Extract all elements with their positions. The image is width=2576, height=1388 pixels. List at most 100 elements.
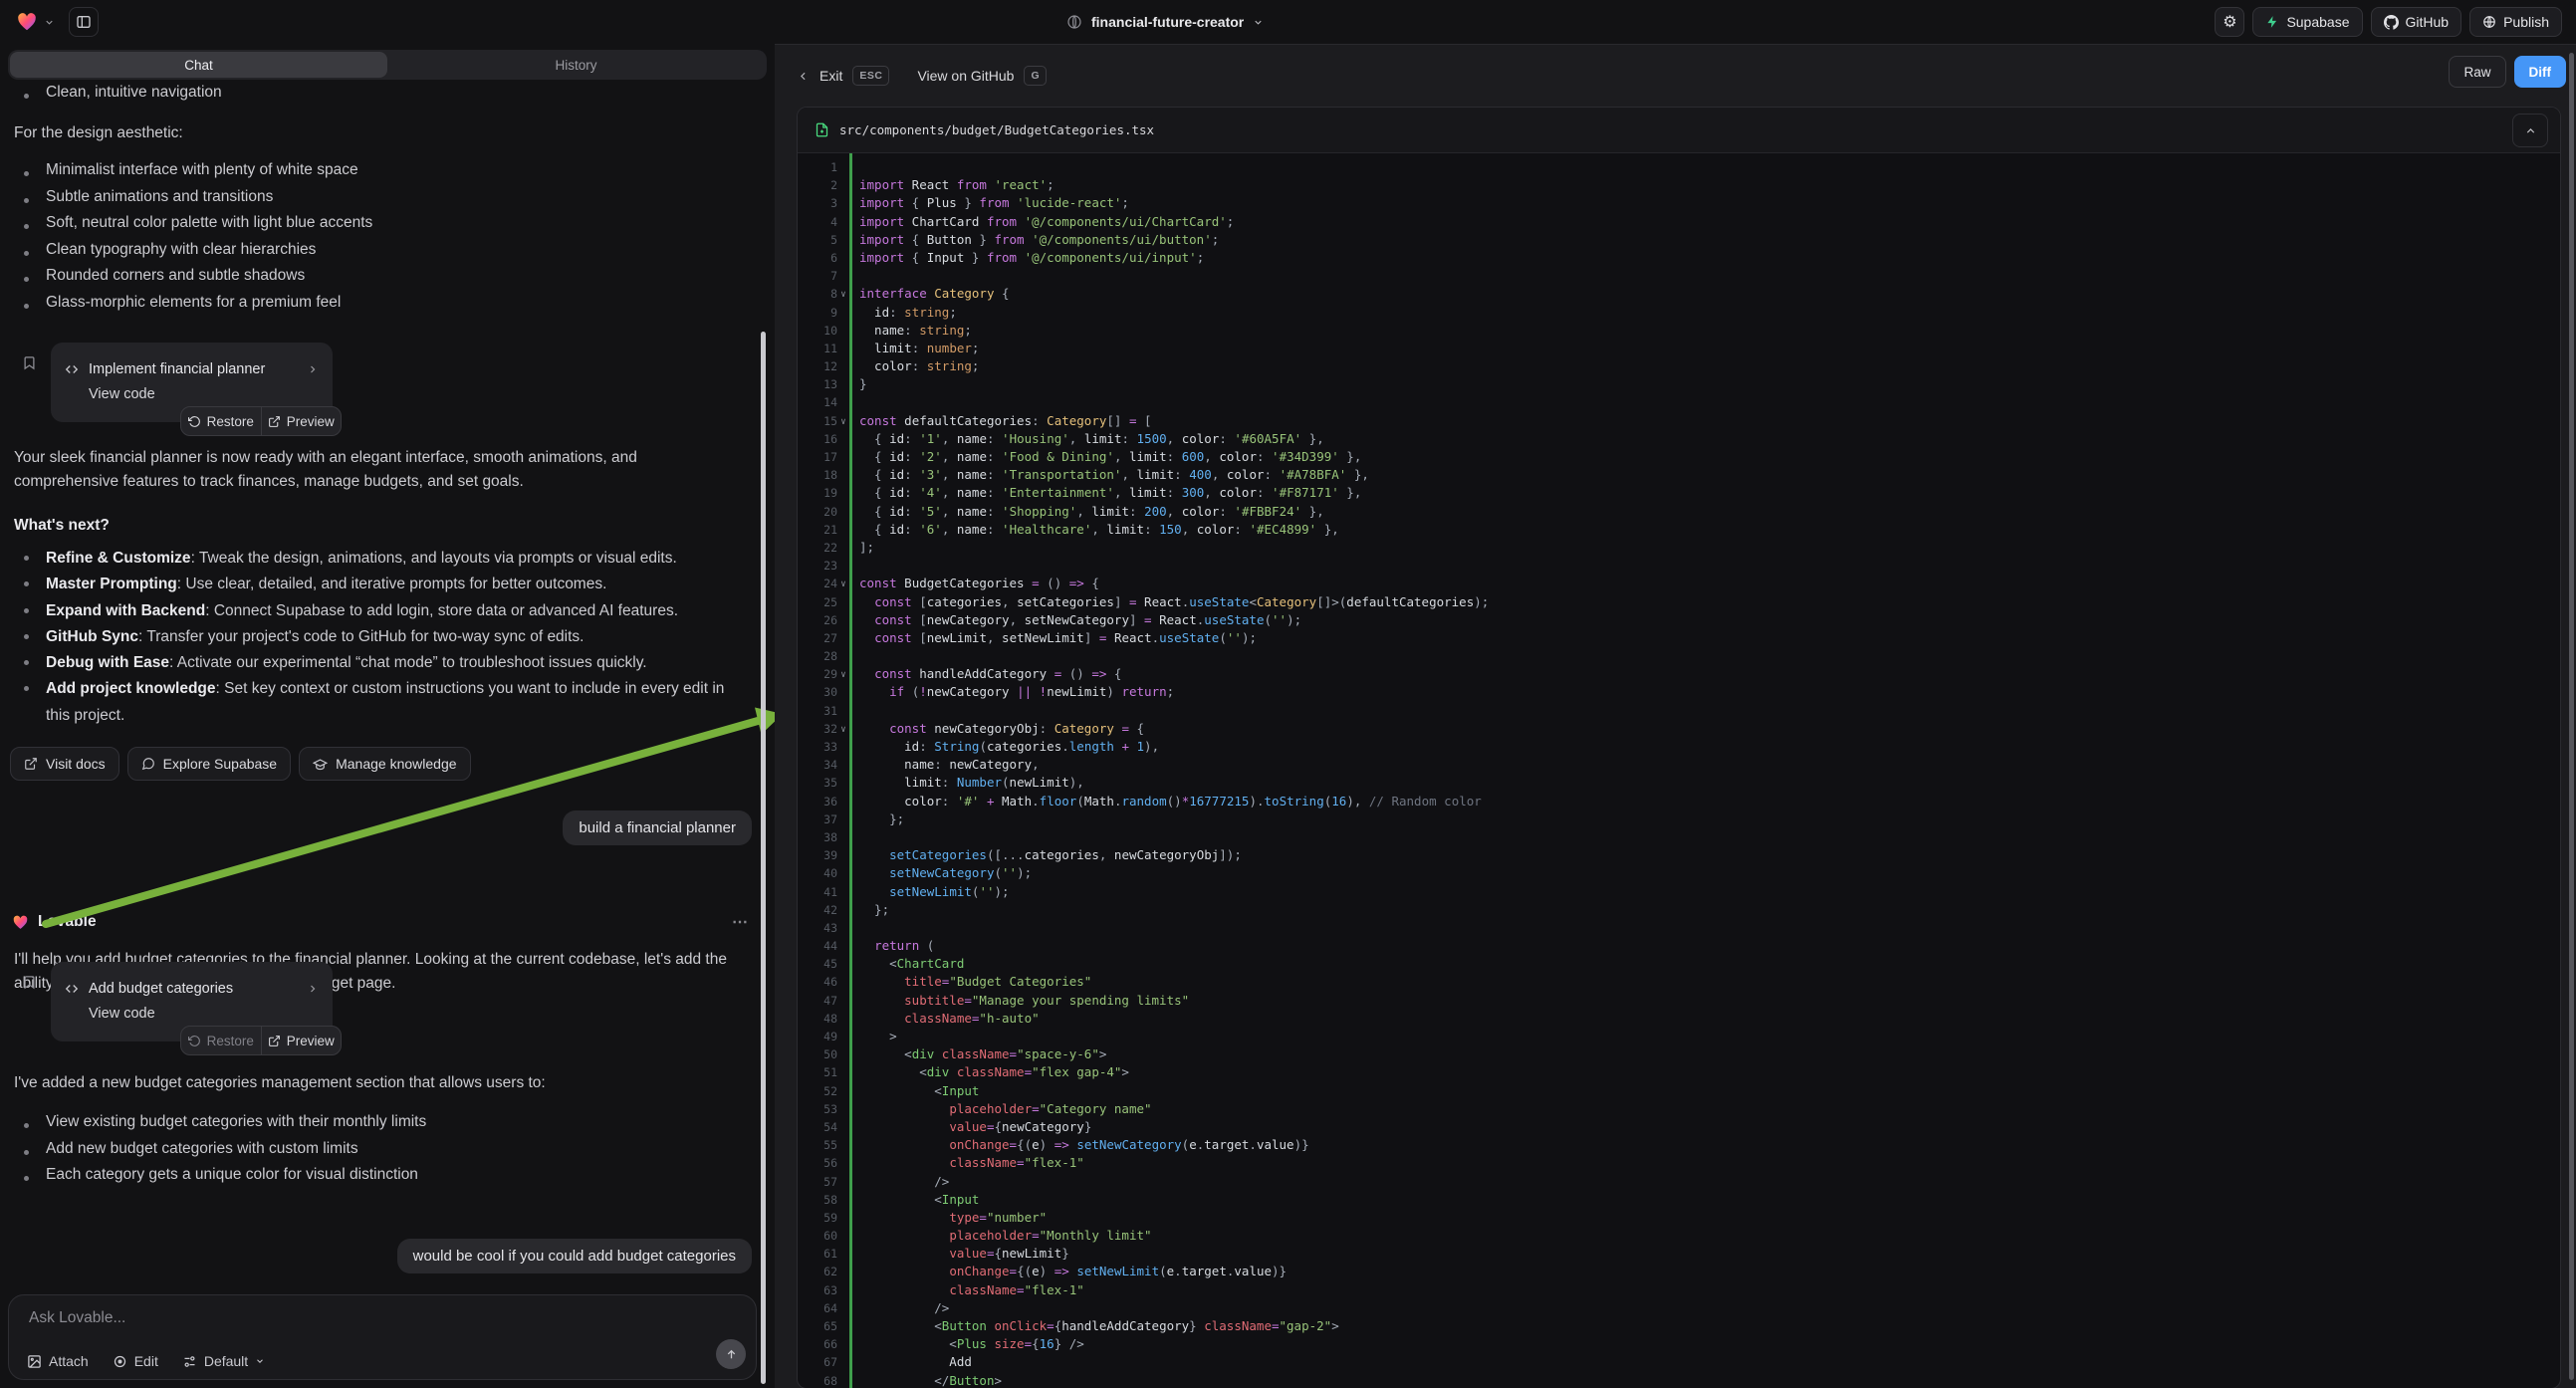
line-number: 39	[798, 846, 837, 864]
tab-chat[interactable]: Chat	[10, 52, 387, 78]
line-number: 12	[798, 357, 837, 375]
fold-chevron-icon[interactable]: ∨	[837, 576, 849, 593]
send-button[interactable]	[716, 1339, 746, 1369]
supabase-button[interactable]: Supabase	[2252, 7, 2362, 37]
line-number: 5	[798, 231, 837, 249]
attach-button[interactable]: Attach	[27, 1353, 89, 1369]
assistant-name: Lovable	[38, 913, 97, 931]
code-line: 42 };	[798, 901, 2560, 919]
top-bar: financial-future-creator ⚙ Supabase GitH…	[0, 0, 2576, 44]
line-number: 47	[798, 992, 837, 1010]
line-number: 2	[798, 176, 837, 194]
workspace-menu-chevron-icon[interactable]	[44, 17, 55, 28]
code-line: 20 { id: '5', name: 'Shopping', limit: 2…	[798, 503, 2560, 521]
tab-history[interactable]: History	[387, 52, 765, 78]
code-line: 15∨const defaultCategories: Category[] =…	[798, 412, 2560, 430]
raw-button[interactable]: Raw	[2449, 56, 2505, 88]
code-line: 66 <Plus size={16} />	[798, 1335, 2560, 1353]
line-number: 14	[798, 393, 837, 411]
code-panel: Exit ESC View on GitHub G Raw Diff src/c…	[775, 44, 2576, 1388]
message-input[interactable]	[29, 1309, 626, 1327]
code-line: 61 value={newLimit}	[798, 1245, 2560, 1263]
code-line: 35 limit: Number(newLimit),	[798, 774, 2560, 792]
version-actions: Restore Preview	[180, 406, 342, 436]
bookmark-icon[interactable]	[22, 975, 37, 990]
list-item: GitHub Sync: Transfer your project's cod…	[0, 624, 775, 650]
fold-chevron-icon[interactable]: ∨	[837, 413, 849, 431]
code-line: 51 <div className="flex gap-4">	[798, 1063, 2560, 1081]
code-line: 60 placeholder="Monthly limit"	[798, 1227, 2560, 1245]
line-number: 26	[798, 611, 837, 629]
code-line: 19 { id: '4', name: 'Entertainment', lim…	[798, 484, 2560, 502]
view-code-link[interactable]: View code	[89, 386, 319, 402]
code-line: 55 onChange={(e) => setNewCategory(e.tar…	[798, 1136, 2560, 1154]
line-number: 35	[798, 774, 837, 792]
line-number: 23	[798, 557, 837, 575]
fold-chevron-icon[interactable]: ∨	[837, 666, 849, 684]
line-number: 64	[798, 1299, 837, 1317]
mode-select[interactable]: Default	[182, 1353, 265, 1369]
sliders-icon	[182, 1354, 197, 1369]
user-message-bubble: would be cool if you could add budget ca…	[397, 1239, 752, 1273]
line-number: 21	[798, 521, 837, 539]
view-on-github-button[interactable]: View on GitHub	[917, 68, 1014, 84]
list-item: Minimalist interface with plenty of whit…	[0, 161, 775, 188]
manage-knowledge-button[interactable]: Manage knowledge	[299, 747, 470, 781]
code-line: 29∨ const handleAddCategory = () => {	[798, 665, 2560, 683]
file-path: src/components/budget/BudgetCategories.t…	[839, 122, 1154, 137]
code-line: 52 <Input	[798, 1082, 2560, 1100]
list-item: Each category gets a unique color for vi…	[0, 1166, 775, 1193]
external-link-icon	[268, 1035, 281, 1047]
restore-button[interactable]: Restore	[181, 407, 261, 435]
code-line: 34 name: newCategory,	[798, 756, 2560, 774]
code-line: 17 { id: '2', name: 'Food & Dining', lim…	[798, 448, 2560, 466]
fold-chevron-icon[interactable]: ∨	[837, 721, 849, 739]
restore-button[interactable]: Restore	[181, 1027, 261, 1054]
code-line: 44 return (	[798, 937, 2560, 955]
lovable-heart-icon	[12, 914, 29, 931]
publish-button[interactable]: Publish	[2469, 7, 2562, 37]
list-item: Master Prompting: Use clear, detailed, a…	[0, 572, 775, 597]
code-scrollbar[interactable]	[2569, 53, 2574, 1380]
collapse-button[interactable]	[2512, 114, 2548, 147]
list-item: Debug with Ease: Activate our experiment…	[0, 650, 775, 676]
settings-button[interactable]: ⚙	[2215, 7, 2244, 37]
visit-docs-button[interactable]: Visit docs	[10, 747, 119, 781]
exit-button[interactable]: Exit	[820, 68, 842, 84]
view-code-link[interactable]: View code	[89, 1006, 319, 1022]
line-number: 68	[798, 1372, 837, 1388]
project-switcher[interactable]: financial-future-creator	[1066, 0, 1264, 44]
preview-button[interactable]: Preview	[262, 407, 342, 435]
code-line: 46 title="Budget Categories"	[798, 973, 2560, 991]
line-number: 42	[798, 901, 837, 919]
line-number: 52	[798, 1082, 837, 1100]
line-number: 50	[798, 1045, 837, 1063]
line-number: 66	[798, 1335, 837, 1353]
diff-button[interactable]: Diff	[2514, 56, 2567, 88]
diff-added-gutter	[849, 153, 852, 1388]
code-line: 59 type="number"	[798, 1209, 2560, 1227]
preview-button[interactable]: Preview	[262, 1027, 342, 1054]
edit-button[interactable]: Edit	[113, 1353, 158, 1369]
code-line: 57 />	[798, 1173, 2560, 1191]
file-header[interactable]: src/components/budget/BudgetCategories.t…	[798, 108, 2560, 153]
line-number: 13	[798, 375, 837, 393]
back-chevron-icon[interactable]	[797, 70, 810, 83]
line-number: 53	[798, 1100, 837, 1118]
github-button[interactable]: GitHub	[2371, 7, 2462, 37]
chat-scrollbar[interactable]	[761, 332, 766, 1384]
message-more-button[interactable]: ⋯	[732, 912, 749, 932]
code-line: 56 className="flex-1"	[798, 1154, 2560, 1172]
code-line: 28	[798, 647, 2560, 665]
code-viewer[interactable]: 12import React from 'react';3import { Pl…	[798, 153, 2560, 1388]
fold-chevron-icon[interactable]: ∨	[837, 286, 849, 304]
sidebar-toggle-button[interactable]	[69, 7, 99, 37]
line-number: 38	[798, 828, 837, 846]
lovable-heart-icon[interactable]	[16, 11, 38, 33]
chevron-up-icon	[2524, 124, 2537, 137]
explore-supabase-button[interactable]: Explore Supabase	[127, 747, 291, 781]
line-number: 22	[798, 539, 837, 557]
line-number: 16	[798, 430, 837, 448]
list-item: Soft, neutral color palette with light b…	[0, 214, 775, 241]
bookmark-icon[interactable]	[22, 355, 37, 370]
